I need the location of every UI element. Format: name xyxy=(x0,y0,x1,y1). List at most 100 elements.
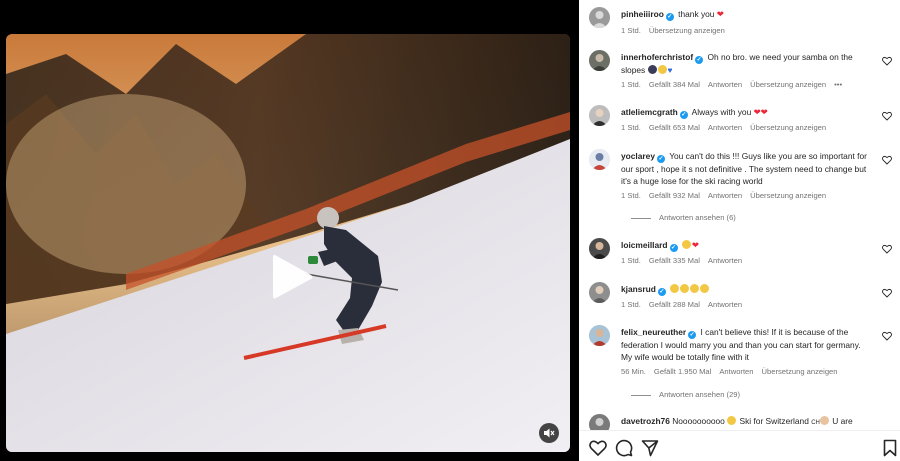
comment-time: 1 Std. xyxy=(621,26,641,35)
comment-icon[interactable] xyxy=(615,439,633,457)
blue-heart-emoji: ♥ xyxy=(667,65,673,75)
avatar[interactable] xyxy=(589,7,610,28)
comment-text: felix_neureuther ✓ I can't believe this! … xyxy=(621,326,871,363)
comment-time: 1 Std. xyxy=(621,80,641,89)
comment-meta: 1 Std. Gefällt 653 Mal Antworten Übersetzun… xyxy=(621,123,834,132)
play-button[interactable] xyxy=(271,252,315,302)
post-action-bar xyxy=(579,430,900,461)
reply-button[interactable]: Antworten xyxy=(708,300,742,309)
avatar[interactable] xyxy=(589,282,610,303)
comment-likes[interactable]: Gefällt 335 Mal xyxy=(649,256,700,265)
verified-badge-icon: ✓ xyxy=(669,244,678,252)
replies-divider xyxy=(631,394,651,396)
view-replies-button[interactable]: Antworten ansehen (29) xyxy=(631,390,740,399)
comment-item: kjansrud ✓ 1 Std. Gefällt 288 Mal Antworten xyxy=(589,282,894,314)
comment-likes[interactable]: Gefällt 1.950 Mal xyxy=(654,367,711,376)
comment-message-tail: U are xyxy=(832,416,853,426)
reply-button[interactable]: Antworten xyxy=(708,256,742,265)
comment-message: Noooooooooo xyxy=(672,416,725,426)
like-heart-icon[interactable] xyxy=(882,244,892,254)
comment-text: kjansrud ✓ xyxy=(621,283,871,296)
comment-item: loicmeillard ✓ ❤ 1 Std. Gefällt 335 Mal Ant… xyxy=(589,238,894,270)
sad-face-emoji xyxy=(670,284,680,293)
comment-time: 1 Std. xyxy=(621,300,641,309)
comment-item: yoclarey ✓ You can't do this !!! Guys lik… xyxy=(589,149,894,229)
speaker-muted-icon xyxy=(544,428,555,438)
red-heart-emoji: ❤ xyxy=(691,240,699,250)
like-heart-icon[interactable] xyxy=(882,56,892,66)
comment-meta: 1 Std. Gefällt 932 Mal Antworten Übersetzun… xyxy=(621,191,834,200)
comment-item: atleliemcgrath ✓ Always with you ❤❤ 1 Std… xyxy=(589,105,894,137)
translate-link[interactable]: Übersetzung anzeigen xyxy=(750,123,826,132)
comments-list[interactable]: pinheiiiroo ✓ thank you ❤ 1 Std. Übersetzu… xyxy=(579,0,900,430)
comment-username[interactable]: pinheiiiroo xyxy=(621,9,664,19)
comment-item: davetrozh76 Noooooooooo Ski for Switzerl… xyxy=(589,414,894,430)
avatar[interactable] xyxy=(589,149,610,170)
like-heart-icon[interactable] xyxy=(882,331,892,341)
comments-panel: pinheiiiroo ✓ thank you ❤ 1 Std. Übersetzu… xyxy=(579,0,900,461)
verified-badge-icon: ✓ xyxy=(665,13,674,21)
crying-face-emoji xyxy=(727,416,737,425)
praying-hands-emoji xyxy=(819,416,829,425)
crying-face-emoji xyxy=(657,65,667,74)
verified-badge-icon: ✓ xyxy=(695,56,704,64)
comment-item: pinheiiiroo ✓ thank you ❤ 1 Std. Übersetzu… xyxy=(589,7,894,47)
video-player[interactable] xyxy=(6,34,570,452)
comment-username[interactable]: innerhoferchristof xyxy=(621,52,693,62)
more-options-icon[interactable]: ••• xyxy=(834,80,842,89)
reply-button[interactable]: Antworten xyxy=(719,367,753,376)
comment-item: innerhoferchristof ✓ Oh no bro. we need y… xyxy=(589,50,894,94)
translate-link[interactable]: Übersetzung anzeigen xyxy=(762,367,838,376)
person-emoji xyxy=(647,65,657,74)
like-heart-icon[interactable] xyxy=(882,111,892,121)
comment-text: pinheiiiroo ✓ thank you ❤ xyxy=(621,8,871,21)
comment-likes[interactable]: Gefällt 932 Mal xyxy=(649,191,700,200)
avatar[interactable] xyxy=(589,238,610,259)
heart-outline-icon[interactable] xyxy=(589,439,607,457)
comment-meta: 1 Std. Gefällt 384 Mal Antworten Übersetzun… xyxy=(621,80,850,89)
comment-username[interactable]: loicmeillard xyxy=(621,240,668,250)
share-icon[interactable] xyxy=(641,439,659,457)
comment-time: 56 Min. xyxy=(621,367,646,376)
mute-toggle[interactable] xyxy=(539,423,559,443)
comment-meta: 1 Std. Gefällt 288 Mal Antworten xyxy=(621,300,750,309)
translate-link[interactable]: Übersetzung anzeigen xyxy=(750,191,826,200)
avatar[interactable] xyxy=(589,50,610,71)
like-heart-icon[interactable] xyxy=(882,288,892,298)
bookmark-icon[interactable] xyxy=(881,439,899,457)
view-replies-button[interactable]: Antworten ansehen (6) xyxy=(631,213,736,222)
reply-button[interactable]: Antworten xyxy=(708,123,742,132)
translate-link[interactable]: Übersetzung anzeigen xyxy=(750,80,826,89)
comment-time: 1 Std. xyxy=(621,123,641,132)
reply-button[interactable]: Antworten xyxy=(708,80,742,89)
comment-message-continued: Ski for Switzerland xyxy=(739,416,809,426)
red-heart-emoji: ❤❤ xyxy=(753,107,768,117)
translate-link[interactable]: Übersetzung anzeigen xyxy=(649,26,725,35)
verified-badge-icon: ✓ xyxy=(688,331,697,339)
comment-likes[interactable]: Gefällt 384 Mal xyxy=(649,80,700,89)
comment-likes[interactable]: Gefällt 288 Mal xyxy=(649,300,700,309)
comment-text: innerhoferchristof ✓ Oh no bro. we need y… xyxy=(621,51,871,76)
post-media xyxy=(0,0,579,461)
sad-face-emoji xyxy=(690,284,700,293)
comment-likes[interactable]: Gefällt 653 Mal xyxy=(649,123,700,132)
verified-badge-icon: ✓ xyxy=(657,288,666,296)
comment-meta: 1 Std. Übersetzung anzeigen xyxy=(621,26,733,35)
verified-badge-icon: ✓ xyxy=(657,155,665,163)
comment-username[interactable]: kjansrud xyxy=(621,284,656,294)
play-icon xyxy=(273,254,313,299)
like-heart-icon[interactable] xyxy=(882,155,892,165)
verified-badge-icon: ✓ xyxy=(679,111,688,119)
comment-text: davetrozh76 Noooooooooo Ski for Switzerl… xyxy=(621,415,871,429)
reply-button[interactable]: Antworten xyxy=(708,191,742,200)
view-replies-label: Antworten ansehen (6) xyxy=(659,213,736,222)
comment-username[interactable]: atleliemcgrath xyxy=(621,107,678,117)
comment-meta: 1 Std. Gefällt 335 Mal Antworten xyxy=(621,256,750,265)
replies-divider xyxy=(631,217,651,219)
comment-username[interactable]: yoclarey xyxy=(621,151,655,161)
comment-username[interactable]: felix_neureuther xyxy=(621,327,686,337)
comment-username[interactable]: davetrozh76 xyxy=(621,416,670,426)
avatar[interactable] xyxy=(589,414,610,430)
avatar[interactable] xyxy=(589,105,610,126)
avatar[interactable] xyxy=(589,325,610,346)
